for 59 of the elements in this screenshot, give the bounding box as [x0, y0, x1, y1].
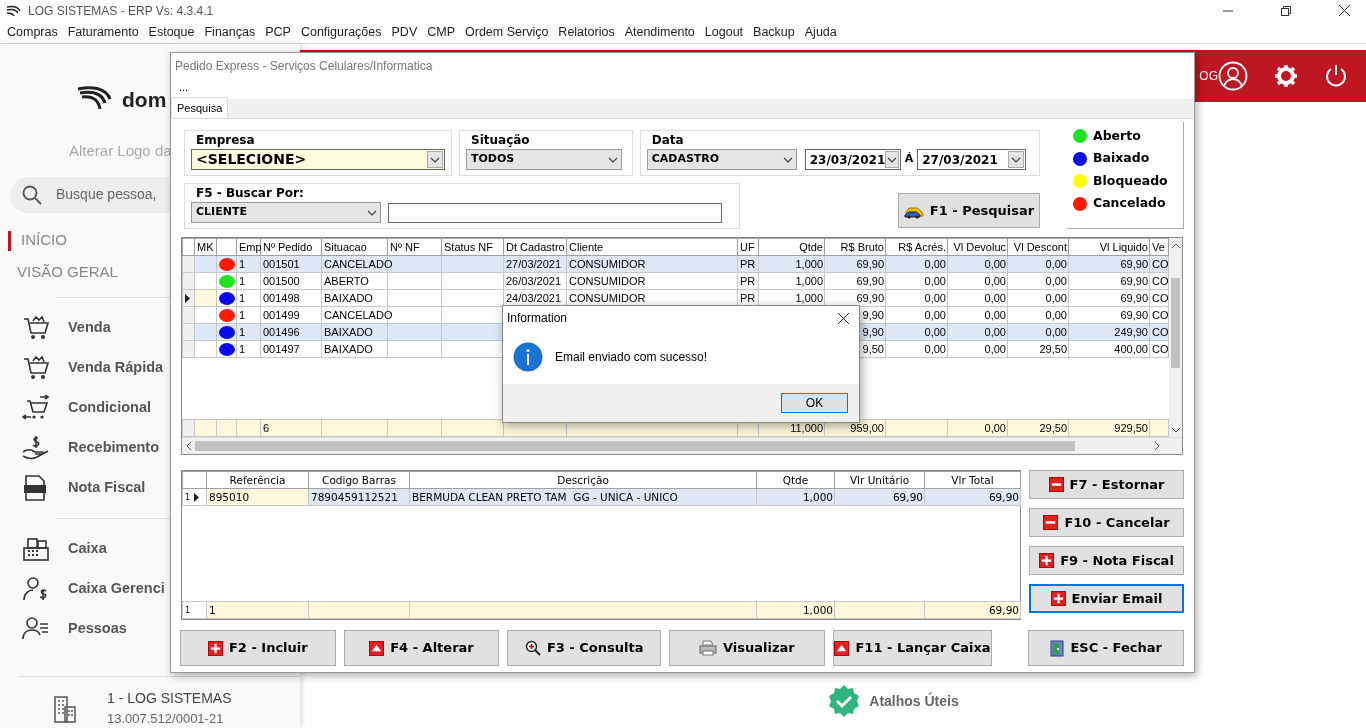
table-cell: 1	[236, 340, 261, 358]
row-number: 1	[185, 604, 191, 617]
table-cell: 0,00	[947, 306, 1008, 324]
table-cell: 0,00	[947, 272, 1008, 290]
logo-text: dom	[122, 87, 167, 114]
user-name: OG	[1199, 68, 1218, 85]
table-cell: CO	[1149, 272, 1169, 290]
table-cell: 001499	[260, 306, 322, 324]
table-cell: 1,000	[758, 272, 825, 290]
dialog-message: Email enviado com sucesso!	[555, 349, 708, 366]
legend-label: Bloqueado	[1093, 171, 1168, 190]
table-cell: 0,00	[947, 340, 1008, 358]
table-cell: CO	[1149, 289, 1169, 307]
table-cell: ABERTO	[321, 272, 388, 290]
table-cell: PR	[737, 272, 759, 290]
legend-label: Cancelado	[1093, 194, 1166, 213]
table-cell: 0,00	[885, 340, 948, 358]
table-cell: CO	[1149, 340, 1169, 358]
table-cell: 29,50	[1007, 419, 1069, 437]
row-number: 1	[185, 491, 191, 504]
table-cell: CONSUMIDOR	[566, 272, 738, 290]
table-cell: 1	[236, 306, 261, 324]
table-cell: 69,90	[824, 272, 886, 290]
window-title: LOG SISTEMAS - ERP Vs: 4.3.4.1	[28, 2, 214, 20]
table-cell: 1	[206, 601, 309, 619]
table-cell: 0,00	[885, 306, 948, 324]
table-cell: CO	[1149, 306, 1169, 324]
table-cell: BAIXADO	[321, 340, 388, 358]
table-cell: 1	[236, 289, 261, 307]
table-cell: 0,00	[947, 419, 1008, 437]
table-cell: 29,50	[1007, 340, 1069, 358]
table-cell: BAIXADO	[321, 289, 388, 307]
table-cell: 400,00	[1068, 340, 1150, 358]
table-cell: 0,00	[947, 289, 1008, 307]
table-cell: 0,00	[1007, 306, 1069, 324]
table-cell: 69,90	[1068, 289, 1150, 307]
dialog-title: Information	[507, 310, 569, 327]
table-cell: 001498	[260, 289, 322, 307]
window-title: Pedido Express - Serviços Celulares/Informatica	[174, 58, 434, 75]
table-cell: 929,50	[1068, 419, 1150, 437]
table-cell: 6	[260, 419, 322, 437]
legend-label: Baixado	[1093, 149, 1150, 168]
table-cell: 0,00	[885, 272, 948, 290]
table-cell: 69,90	[1068, 272, 1150, 290]
table-cell: 0,00	[1007, 272, 1069, 290]
table-cell: 26/03/2021	[503, 272, 567, 290]
table-cell: 1	[236, 272, 261, 290]
table-cell: 001497	[260, 340, 322, 358]
table-cell: 0,00	[1007, 289, 1069, 307]
company-name: 1 - LOG SISTEMAS	[107, 689, 232, 709]
shortcuts-title: Atalhos Úteis	[869, 691, 959, 711]
legend-label: Aberto	[1093, 126, 1141, 145]
table-cell: 69,90	[924, 601, 1021, 619]
table-cell: 001500	[260, 272, 322, 290]
table-cell: 69,90	[1068, 306, 1150, 324]
table-cell: 0,00	[885, 289, 948, 307]
table-cell: 1,000	[756, 601, 835, 619]
company-cnpj: 13.007.512/0001-21	[107, 710, 225, 728]
date-separator: Á	[904, 151, 914, 168]
